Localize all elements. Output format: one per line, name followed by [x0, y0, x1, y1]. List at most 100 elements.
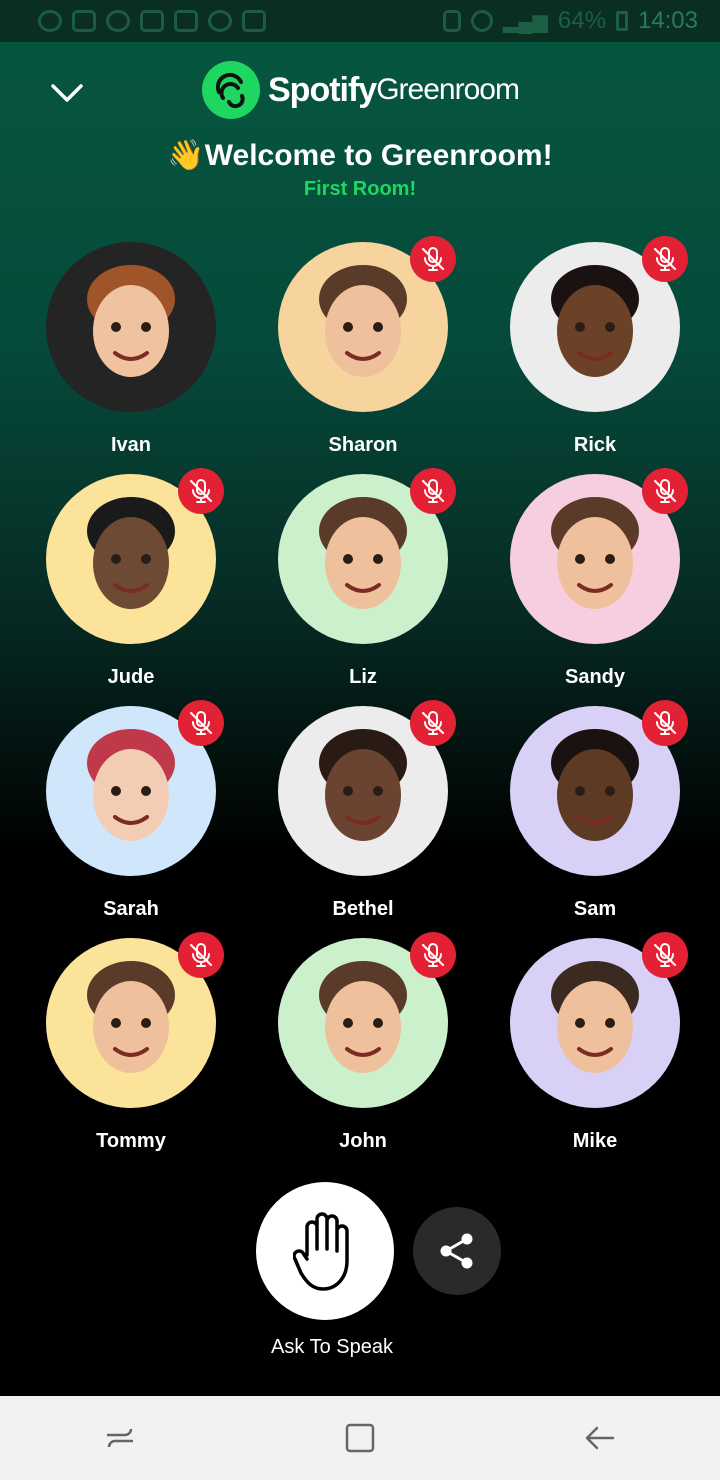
mic-off-icon: [653, 479, 677, 503]
avatar[interactable]: [510, 700, 688, 876]
system-status: ▂▄▆ 64% 14:03: [442, 7, 698, 35]
memoji-face-icon: [319, 961, 407, 1073]
memoji-face-icon: [87, 961, 175, 1073]
avatar[interactable]: [46, 242, 216, 412]
mic-off-icon: [653, 711, 677, 735]
muted-badge: [642, 700, 688, 746]
muted-badge: [642, 236, 688, 282]
lock-icon: [442, 10, 461, 32]
avatar[interactable]: [46, 700, 224, 876]
signal-icon: ▂▄▆: [502, 10, 548, 33]
wifi-icon: [208, 10, 232, 32]
mic-off-icon: [653, 247, 677, 271]
logo-brand: Spotify: [268, 70, 377, 109]
reddit-icon: [106, 10, 130, 32]
avatar[interactable]: [510, 468, 688, 644]
memoji-face-icon: [87, 265, 175, 377]
battery-percent: 64%: [557, 7, 606, 34]
home-button[interactable]: [330, 1408, 390, 1468]
speaker-name: Tommy: [96, 1130, 166, 1152]
speaker-name: Rick: [573, 434, 617, 456]
speaker-tile[interactable]: Rick: [479, 236, 711, 472]
avatar[interactable]: [46, 468, 224, 644]
speaker-name: Sarah: [103, 898, 159, 920]
avatar[interactable]: [510, 236, 688, 412]
speaker-name: Mike: [572, 1130, 618, 1152]
speaker-tile[interactable]: Sandy: [479, 468, 711, 704]
avatar[interactable]: [510, 932, 688, 1108]
speaker-tile[interactable]: Jude: [15, 468, 247, 704]
mic-off-icon: [421, 711, 445, 735]
speaker-name: Jude: [107, 666, 155, 688]
speaker-tile[interactable]: Sharon: [247, 236, 479, 472]
share-icon: [440, 1233, 473, 1269]
raised-hand-icon: [293, 1212, 349, 1291]
ask-to-speak-button[interactable]: [256, 1182, 394, 1320]
memoji-face-icon: [319, 497, 407, 609]
welcome-title: 👋Welcome to Greenroom!: [167, 139, 553, 172]
muted-badge: [410, 932, 456, 978]
linkedin-icon: [174, 10, 198, 32]
mic-off-icon: [421, 247, 445, 271]
system-nav-bar: [0, 1396, 720, 1480]
speaker-tile[interactable]: Ivan: [15, 242, 247, 472]
memoji-face-icon: [87, 729, 175, 841]
memoji-face-icon: [319, 729, 407, 841]
mic-off-icon: [421, 943, 445, 967]
memoji-face-icon: [87, 497, 175, 609]
speaker-name: Ivan: [110, 434, 152, 456]
speaker-name: Sharon: [328, 434, 398, 456]
calendar-icon: [242, 10, 266, 32]
avatar[interactable]: [278, 236, 456, 412]
greenroom-logo-icon: [202, 61, 260, 119]
recent-apps-button[interactable]: [90, 1408, 150, 1468]
back-icon: [585, 1426, 615, 1450]
spotify-greenroom-logo: Spotify Greenroom: [202, 60, 520, 120]
muted-badge: [178, 468, 224, 514]
speaker-tile[interactable]: Tommy: [15, 932, 247, 1168]
speaker-name: Sam: [573, 898, 617, 920]
avatar[interactable]: [278, 932, 456, 1108]
speaker-tile[interactable]: Bethel: [247, 700, 479, 936]
muted-badge: [178, 932, 224, 978]
chevron-down-icon: [51, 84, 83, 102]
muted-badge: [410, 700, 456, 746]
memoji-face-icon: [551, 265, 639, 377]
room-screen: Spotify Greenroom 👋Welcome to Greenroom! …: [0, 42, 720, 1396]
avatar[interactable]: [278, 468, 456, 644]
back-button[interactable]: [570, 1408, 630, 1468]
mic-off-icon: [421, 479, 445, 503]
avatar[interactable]: [46, 932, 224, 1108]
speaker-name: Bethel: [332, 898, 394, 920]
speaker-name: John: [339, 1130, 387, 1152]
memoji-face-icon: [551, 961, 639, 1073]
mic-off-icon: [189, 479, 213, 503]
speaker-name: Liz: [349, 666, 377, 688]
collapse-button[interactable]: [46, 72, 88, 114]
gmail-icon: [140, 10, 164, 32]
mic-off-icon: [189, 711, 213, 735]
speaker-tile[interactable]: Sarah: [15, 700, 247, 936]
status-bar: ▂▄▆ 64% 14:03: [0, 0, 720, 42]
muted-badge: [642, 468, 688, 514]
whatsapp-icon: [38, 10, 62, 32]
home-icon: [345, 1423, 375, 1453]
battery-icon: [615, 11, 628, 31]
speaker-tile[interactable]: Mike: [479, 932, 711, 1168]
memoji-face-icon: [551, 729, 639, 841]
memoji-face-icon: [319, 265, 407, 377]
share-button[interactable]: [413, 1207, 501, 1295]
logo-suffix: Greenroom: [376, 73, 520, 106]
muted-badge: [410, 236, 456, 282]
speaker-tile[interactable]: Liz: [247, 468, 479, 704]
ask-to-speak-label: Ask To Speak: [271, 1336, 393, 1358]
mic-off-icon: [189, 943, 213, 967]
speaker-tile[interactable]: John: [247, 932, 479, 1168]
alarm-icon: [470, 10, 493, 32]
muted-badge: [410, 468, 456, 514]
avatar[interactable]: [278, 700, 456, 876]
speaker-tile[interactable]: Sam: [479, 700, 711, 936]
notification-icons: [38, 10, 266, 32]
memoji-face-icon: [551, 497, 639, 609]
muted-badge: [642, 932, 688, 978]
